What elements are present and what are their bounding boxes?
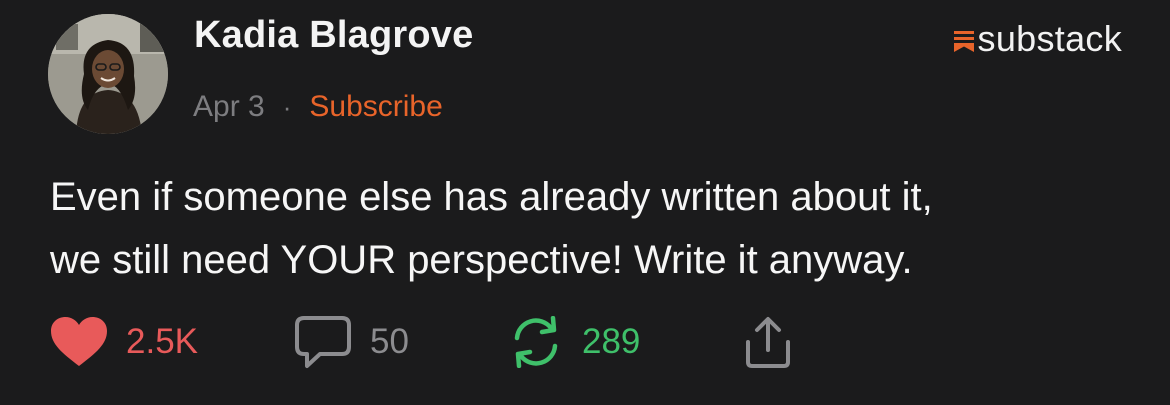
share-icon [746, 317, 790, 368]
comment-icon [295, 316, 351, 368]
note-card: Kadia Blagrove Apr 3 · Subscribe substac… [0, 0, 1170, 405]
restack-count: 289 [582, 322, 641, 361]
post-meta: Apr 3 · Subscribe [193, 90, 443, 124]
author-name[interactable]: Kadia Blagrove [194, 14, 473, 57]
post-body: Even if someone else has already written… [50, 166, 1130, 292]
like-button[interactable]: 2.5K [50, 314, 198, 370]
meta-separator: · [282, 91, 292, 122]
substack-logo-icon [953, 31, 974, 52]
post-line: we still need YOUR perspective! Write it… [50, 238, 913, 282]
heart-icon [51, 317, 107, 366]
substack-brand[interactable]: substack [953, 18, 1122, 60]
restack-button[interactable]: 289 [508, 314, 640, 370]
post-date: Apr 3 [193, 90, 265, 123]
subscribe-link[interactable]: Subscribe [309, 90, 442, 124]
brand-name: substack [977, 18, 1122, 59]
action-bar: 2.5K 50 289 [50, 314, 830, 370]
restack-icon [514, 316, 558, 368]
comment-button[interactable]: 50 [294, 314, 409, 370]
like-count: 2.5K [126, 322, 198, 361]
avatar-image [48, 14, 168, 134]
comment-count: 50 [370, 322, 409, 361]
share-button[interactable] [740, 314, 796, 370]
post-line: Even if someone else has already written… [50, 175, 933, 219]
avatar[interactable] [48, 14, 168, 134]
